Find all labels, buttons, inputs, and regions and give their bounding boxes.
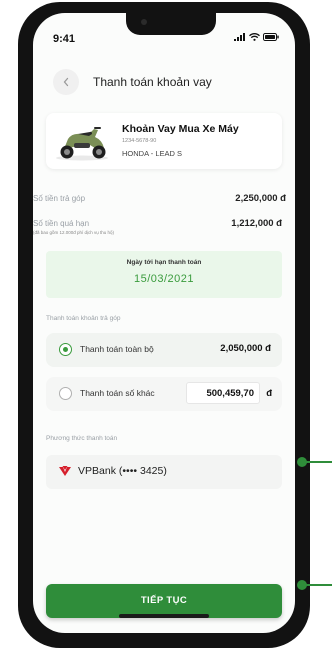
loan-product-card: Khoản Vay Mua Xe Máy 1234-5678-90 HONDA … [46, 113, 282, 169]
payment-method-selector[interactable]: VPBank (•••• 3425) [46, 455, 282, 489]
loan-model: HONDA - LEAD S [122, 149, 183, 158]
chevron-left-icon [63, 77, 69, 87]
pay-full-amount: 2,050,000 đ [220, 343, 271, 354]
due-date-value: 15/03/2021 [133, 273, 195, 285]
pay-other-label: Thanh toán số khác [80, 388, 155, 398]
overdue-value: 1,212,000 đ [231, 218, 282, 229]
status-time: 9:41 [53, 33, 76, 45]
due-date-box: Ngày tới hạn thanh toán 15/03/2021 [46, 251, 282, 298]
pay-other-radio[interactable] [59, 387, 72, 400]
installment-value: 2,250,000 đ [235, 193, 286, 204]
loan-code: 1234-5678-90 [122, 138, 157, 144]
overdue-label: Số tiền quá hạn [33, 219, 90, 228]
other-amount-currency: đ [266, 388, 272, 399]
home-indicator [119, 614, 209, 618]
payment-section-label: Thanh toán khoản trả góp [46, 315, 121, 322]
vpbank-logo-icon [59, 466, 71, 476]
payment-method-value: VPBank (•••• 3425) [78, 465, 167, 477]
status-icons [234, 33, 279, 41]
battery-icon [263, 33, 279, 41]
overdue-note: (đã bao gồm 12.000đ phí dịch vụ thu hộ) [33, 230, 115, 235]
page-title: Thanh toán khoản vay [93, 75, 212, 89]
installment-label: Số tiền trả góp [33, 194, 86, 203]
wifi-icon [249, 33, 260, 41]
pay-full-label: Thanh toán toàn bộ [80, 344, 154, 354]
pay-full-option[interactable]: Thanh toán toàn bộ 2,050,000 đ [46, 333, 282, 367]
other-amount-input[interactable]: 500,459,70 [186, 382, 260, 404]
scooter-image [56, 127, 108, 161]
pay-other-option[interactable]: Thanh toán số khác 500,459,70 đ [46, 377, 282, 411]
callout-line-method [305, 461, 332, 463]
pay-full-radio[interactable] [59, 343, 72, 356]
callout-line-button [305, 584, 332, 586]
camera-icon [141, 19, 147, 25]
back-button[interactable] [53, 69, 79, 95]
due-date-label: Ngày tới hạn thanh toán [126, 259, 202, 266]
continue-button[interactable]: TIẾP TỤC [46, 584, 282, 618]
method-section-label: Phương thức thanh toán [46, 435, 118, 442]
signal-icon [234, 33, 245, 41]
page-header: Thanh toán khoản vay [33, 67, 295, 97]
app-screen: 9:41 Thanh toán khoản vay Khoản Vay Mua … [33, 13, 295, 633]
notch [126, 13, 216, 35]
loan-name: Khoản Vay Mua Xe Máy [122, 123, 239, 135]
